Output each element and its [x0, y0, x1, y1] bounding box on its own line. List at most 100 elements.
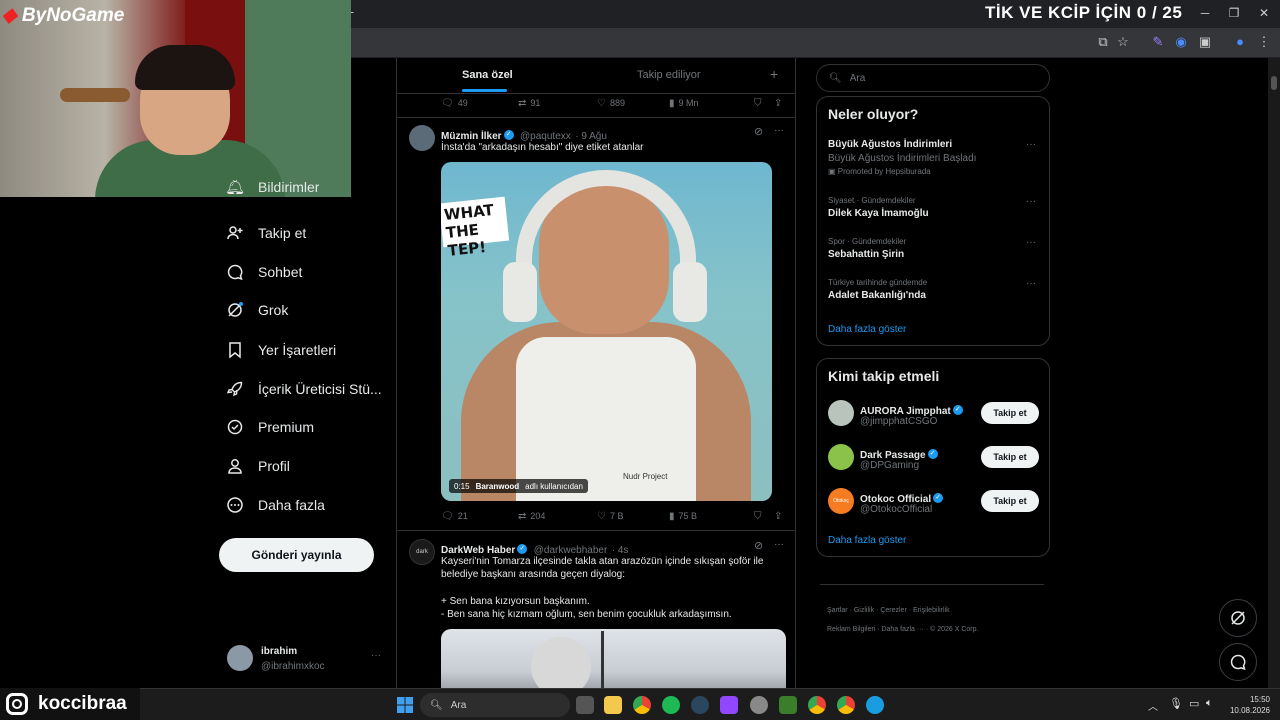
nav-grok[interactable]: Grok	[226, 295, 288, 325]
avatar[interactable]	[409, 125, 435, 151]
extension-pen-icon[interactable]: ✎	[1150, 34, 1166, 50]
more-icon[interactable]: ···	[371, 650, 381, 661]
chat-icon	[1230, 654, 1246, 671]
nav-more[interactable]: Daha fazla	[226, 490, 325, 520]
messages-float-button[interactable]	[1219, 643, 1257, 681]
volume-icon[interactable]: 🔈︎	[1206, 697, 1213, 710]
windows-start-icon[interactable]	[396, 696, 414, 714]
network-icon[interactable]: ▭	[1189, 697, 1199, 710]
more-icon[interactable]: ···	[1026, 196, 1036, 207]
post-button[interactable]: Gönderi yayınla	[219, 538, 374, 572]
edge-icon[interactable]	[866, 696, 884, 714]
task-view-icon[interactable]	[576, 696, 594, 714]
search-placeholder: Ara	[849, 72, 866, 84]
trend-item[interactable]: Spor · Gündemdekiler Sebahattin Şirin ··…	[828, 237, 1040, 260]
footer-link[interactable]: Şartlar	[827, 607, 848, 614]
tray-chevron-icon[interactable]: ︿	[1148, 698, 1158, 713]
grok-icon	[1231, 611, 1245, 625]
profile-icon[interactable]: ●	[1232, 34, 1248, 49]
grok-float-button[interactable]	[1219, 599, 1257, 637]
maximize-icon[interactable]: ❐	[1225, 6, 1243, 20]
star-icon[interactable]: ☆	[1115, 34, 1131, 50]
share-icon: ⇪	[774, 510, 783, 522]
taskbar-search-label: Ara	[450, 699, 467, 711]
trend-item-promo[interactable]: Büyük Ağustos İndirimleri Büyük Ağustos …	[828, 139, 1040, 176]
show-more-follow-link[interactable]: Daha fazla göster	[828, 535, 906, 546]
clock[interactable]: 15:50 10.08.2026	[1222, 694, 1270, 716]
trend-item[interactable]: Türkiye tarihinde gündemde Adalet Bakanl…	[828, 278, 1040, 301]
trend-item[interactable]: Siyaset · Gündemdekiler Dilek Kaya İmamo…	[828, 196, 1040, 219]
views-button[interactable]: ▮ 75 B	[669, 511, 697, 522]
share-button[interactable]: ⇪	[774, 511, 782, 522]
tweet-actions: 🗨︎ 21 ⇄ 204 ♡ 7 B ▮ 75 B ⛉ ⇪	[441, 508, 786, 524]
account-switcher[interactable]: ibrahim @ibrahimxkoc ···	[227, 642, 387, 676]
reply-button[interactable]: 🗨︎ 21	[441, 511, 468, 522]
extensions-icon[interactable]: ▣	[1197, 34, 1213, 50]
install-icon[interactable]: ⧉	[1095, 34, 1111, 50]
nav-bookmarks[interactable]: Yer İşaretleri	[226, 335, 336, 365]
follow-suggestion[interactable]: AURORA Jimpphat ✓ @jimpphatCSGO Takip et	[828, 399, 1040, 429]
follow-suggestion[interactable]: Otokoç Otokoc Official ✓ @OtokocOfficial …	[828, 487, 1040, 517]
nav-follow[interactable]: Takip et	[226, 218, 306, 248]
share-button[interactable]: ⇪	[774, 98, 782, 109]
nav-notifications[interactable]: 🔔︎ Bildirimler	[226, 180, 319, 194]
tweet-image[interactable]	[441, 629, 786, 688]
trend-name: Dilek Kaya İmamoğlu	[828, 208, 929, 219]
views-button[interactable]: ▮ 9 Mn	[669, 98, 699, 109]
chrome-icon[interactable]	[633, 696, 651, 714]
scrollbar-thumb[interactable]	[1271, 76, 1277, 90]
nav-profile[interactable]: Profil	[226, 451, 290, 481]
extension-audio-icon[interactable]: ◉	[1173, 34, 1189, 50]
tab-following[interactable]: Takip ediliyor	[637, 69, 701, 81]
follow-suggestion[interactable]: Dark Passage ✓ @DPGaming Takip et	[828, 443, 1040, 473]
footer-link[interactable]: Daha fazla ···	[881, 626, 923, 633]
close-icon[interactable]: ✕	[1255, 6, 1273, 20]
footer-link[interactable]: Çerezler	[880, 607, 906, 614]
more-icon[interactable]: ···	[1026, 278, 1036, 289]
more-icon[interactable]: ···	[774, 539, 784, 550]
follow-button[interactable]: Takip et	[981, 402, 1039, 424]
terminal-icon[interactable]	[779, 696, 797, 714]
file-explorer-icon[interactable]	[604, 696, 622, 714]
repost-button[interactable]: ⇄ 91	[518, 98, 540, 109]
taskbar-search[interactable]: 🔍︎ Ara	[420, 693, 570, 717]
reply-button[interactable]: 🗨︎ 49	[441, 98, 468, 109]
minimize-icon[interactable]: ─	[1196, 6, 1214, 20]
like-button[interactable]: ♡ 889	[597, 98, 625, 109]
obs-icon[interactable]	[750, 696, 768, 714]
more-icon[interactable]: ···	[774, 125, 784, 136]
divider	[397, 117, 795, 118]
steam-icon[interactable]	[691, 696, 709, 714]
nav-premium[interactable]: Premium	[226, 412, 314, 442]
spotify-icon[interactable]	[662, 696, 680, 714]
nav-creator-studio[interactable]: İçerik Üreticisi Stü...	[226, 374, 382, 404]
nav-chat[interactable]: Sohbet	[226, 257, 302, 287]
repost-button[interactable]: ⇄ 204	[518, 511, 545, 522]
grok-icon[interactable]: ⊘	[754, 539, 763, 552]
trend-name: Sebahattin Şirin	[828, 249, 905, 260]
tab-for-you[interactable]: Sana özel	[462, 69, 513, 81]
footer-link[interactable]: Erişilebilirlik	[913, 607, 950, 614]
footer-link[interactable]: Gizlilik	[854, 607, 874, 614]
bookmark-button[interactable]: ⛉	[754, 511, 762, 522]
brand-logo: ◆ ByNoGame	[2, 5, 125, 26]
more-icon[interactable]: ···	[1026, 139, 1036, 150]
browser-menu-icon[interactable]: ⋮	[1256, 34, 1272, 50]
footer-link[interactable]: Reklam Bilgileri	[827, 626, 875, 633]
search-input[interactable]: 🔍︎ Ara	[816, 64, 1050, 92]
avatar[interactable]: dark	[409, 539, 435, 565]
follow-button[interactable]: Takip et	[981, 446, 1039, 468]
add-tab-icon[interactable]: +	[770, 66, 778, 82]
chrome-profile-icon[interactable]	[837, 696, 855, 714]
microphone-icon[interactable]: 🎙︎	[1169, 697, 1183, 710]
scrollbar[interactable]	[1268, 58, 1280, 688]
bookmark-button[interactable]: ⛉	[754, 98, 762, 109]
like-button[interactable]: ♡ 7 B	[597, 511, 623, 522]
follow-button[interactable]: Takip et	[981, 490, 1039, 512]
more-icon[interactable]: ···	[1026, 237, 1036, 248]
tweet-video[interactable]: Nudr Project WHAT THE TEP! 0:15 Baranwoo…	[441, 162, 772, 501]
grok-icon[interactable]: ⊘	[754, 125, 763, 138]
show-more-trends-link[interactable]: Daha fazla göster	[828, 324, 906, 335]
app-icon[interactable]	[720, 696, 738, 714]
chrome-profile-icon[interactable]	[808, 696, 826, 714]
